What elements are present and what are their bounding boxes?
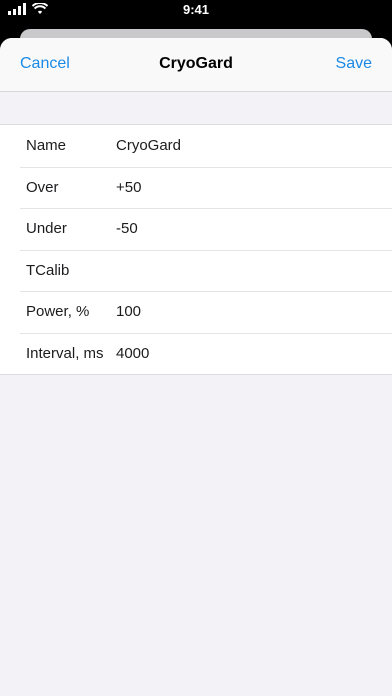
over-label: Over	[26, 178, 59, 196]
form-row-under[interactable]: Under -50	[0, 208, 392, 250]
form-row-power[interactable]: Power, % 100	[0, 291, 392, 333]
over-field[interactable]: +50	[116, 179, 376, 196]
form-row-tcalib[interactable]: TCalib	[0, 249, 392, 292]
name-field[interactable]: CryoGard	[116, 137, 376, 154]
under-label: Under	[26, 220, 67, 238]
power-field[interactable]: 100	[116, 303, 376, 320]
interval-label: Interval, ms	[26, 344, 104, 362]
under-field[interactable]: -50	[116, 220, 376, 237]
form-row-over[interactable]: Over +50	[0, 166, 392, 209]
form-row-interval[interactable]: Interval, ms 4000	[0, 332, 392, 375]
status-time: 9:41	[182, 2, 210, 17]
form-row-name[interactable]: Name CryoGard	[0, 125, 392, 167]
settings-form: Name CryoGard Over +50 Under -50 TCalib …	[0, 124, 392, 375]
save-button[interactable]: Save	[336, 55, 372, 73]
tcalib-label: TCalib	[26, 261, 70, 279]
interval-field[interactable]: 4000	[116, 345, 376, 362]
name-label: Name	[26, 137, 67, 155]
modal-sheet: Cancel CryoGard Save Name CryoGard Over …	[0, 38, 392, 696]
page-title: CryoGard	[159, 55, 233, 72]
navigation-bar: Cancel CryoGard Save	[0, 38, 392, 92]
status-bar: 9:41	[0, 0, 392, 30]
power-label: Power, %	[26, 303, 90, 321]
